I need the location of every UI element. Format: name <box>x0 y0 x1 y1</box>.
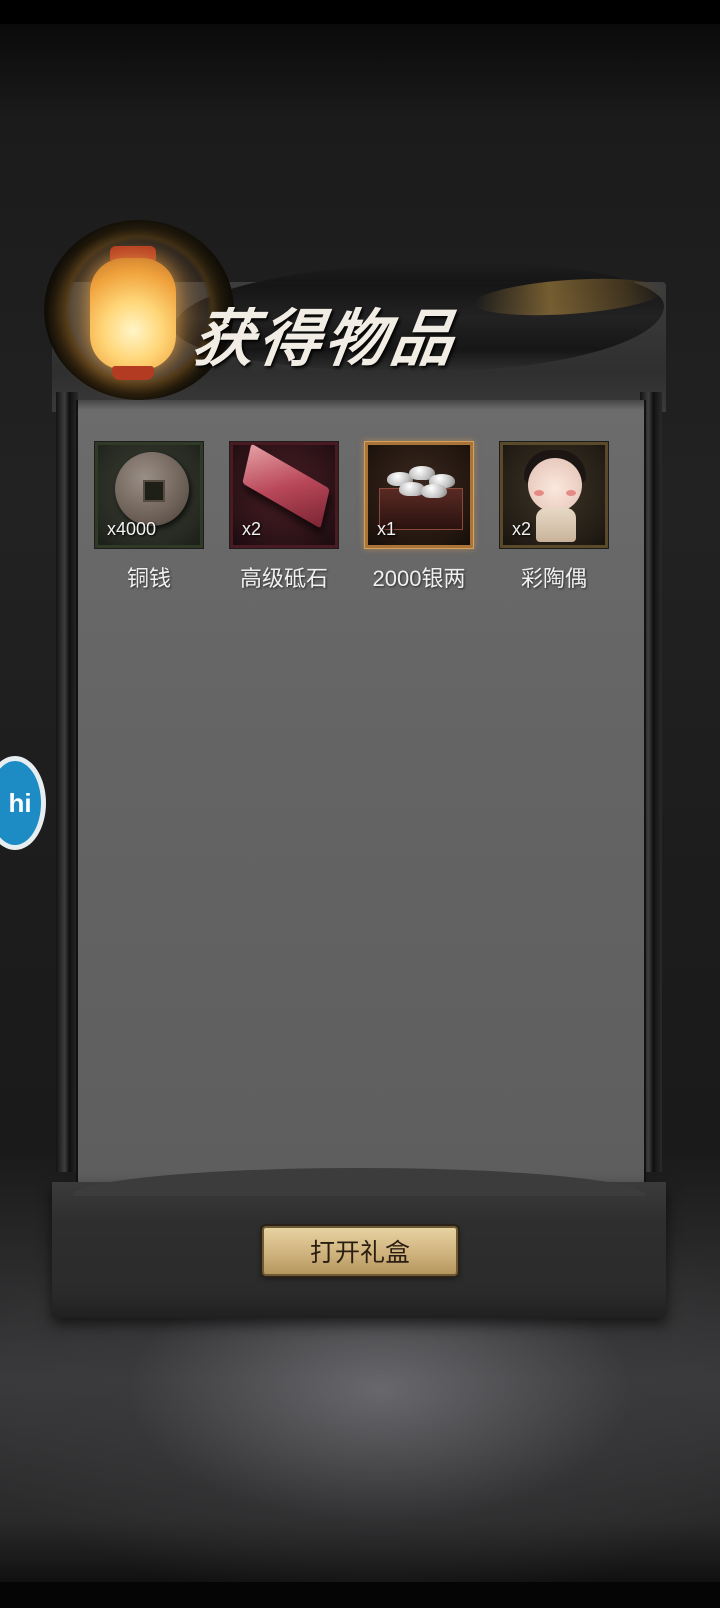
item-quantity: x4000 <box>107 519 157 539</box>
reward-items-grid: x4000 铜钱 x2 高级砥石 x1 2000银两 x2 彩陶偶 <box>94 441 614 591</box>
reward-item-silver[interactable]: x1 2000银两 <box>364 441 474 593</box>
reward-screen: 获得物品 x4000 铜钱 x2 高级砥石 x1 2000银两 x2 彩陶偶 打… <box>0 0 720 1608</box>
item-quantity: x2 <box>242 519 262 539</box>
reward-dialog <box>52 282 666 1318</box>
item-name: 高级砥石 <box>239 566 328 591</box>
reward-item-copper-coin[interactable]: x4000 铜钱 <box>94 441 204 593</box>
dialog-header: 获得物品 <box>44 210 665 410</box>
silver-chest-icon: x1 <box>364 441 474 549</box>
lantern-icon <box>48 226 218 406</box>
reward-item-ceramic-doll[interactable]: x2 彩陶偶 <box>499 441 609 593</box>
floating-assistant-badge[interactable]: hi <box>0 756 46 850</box>
dialog-left-rail <box>56 392 78 1172</box>
item-name: 2000银两 <box>372 566 466 591</box>
copper-coin-icon: x4000 <box>94 441 204 549</box>
whetstone-icon: x2 <box>229 441 339 549</box>
item-name: 彩陶偶 <box>520 566 587 591</box>
dialog-title: 获得物品 <box>188 302 463 375</box>
ceramic-doll-icon: x2 <box>499 441 609 549</box>
open-gift-box-button[interactable]: 打开礼盒 <box>262 1226 458 1276</box>
item-quantity: x1 <box>377 519 397 539</box>
navigation-bar <box>0 1582 720 1608</box>
reward-item-whetstone[interactable]: x2 高级砥石 <box>229 441 339 593</box>
item-quantity: x2 <box>512 519 532 539</box>
status-bar <box>0 0 720 24</box>
item-name: 铜钱 <box>126 566 171 591</box>
